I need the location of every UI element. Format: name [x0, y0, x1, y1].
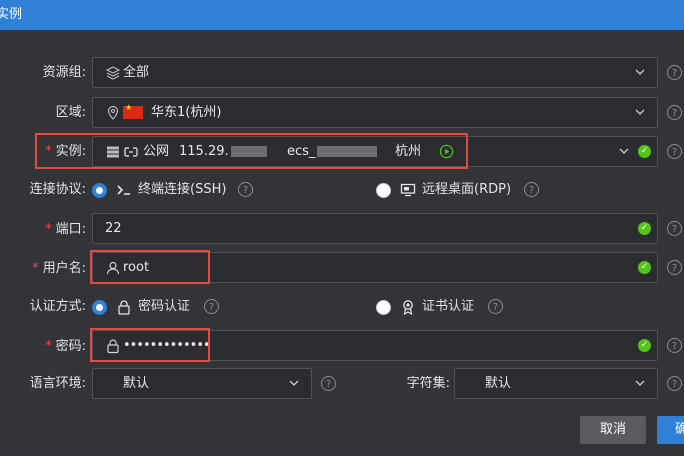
radio-cert-auth[interactable]: 证书认证 ?: [376, 297, 556, 317]
help-icon[interactable]: ?: [321, 376, 336, 391]
locale-label: 语言环境:: [29, 376, 86, 391]
chevron-down-icon: [635, 380, 645, 386]
chevron-down-icon: [289, 380, 299, 386]
radio-ssh[interactable]: 终端连接(SSH) ?: [92, 180, 362, 200]
china-flag-icon: [123, 103, 143, 119]
location-pin-icon: [107, 105, 119, 120]
charset-value: 默认: [485, 376, 512, 391]
highlight-box-instance: [35, 133, 468, 169]
port-value: 22: [105, 221, 122, 236]
radio-ssh-indicator[interactable]: [92, 183, 107, 198]
radio-rdp[interactable]: 远程桌面(RDP) ?: [376, 180, 556, 200]
charset-label: 字符集:: [406, 376, 450, 391]
charset-select[interactable]: 默认: [454, 368, 658, 399]
resource-group-value: 全部: [123, 65, 150, 80]
region-value: 华东1(杭州): [151, 105, 222, 120]
protocol-label: 连接协议:: [29, 182, 86, 197]
valid-check-icon: ✓: [638, 222, 651, 235]
radio-password-auth[interactable]: 密码认证 ?: [92, 297, 362, 317]
radio-password-indicator[interactable]: [92, 300, 107, 315]
radio-rdp-indicator[interactable]: [376, 183, 391, 198]
terminal-icon: [117, 185, 130, 195]
help-icon[interactable]: ?: [488, 299, 503, 314]
help-icon[interactable]: ?: [238, 182, 253, 197]
valid-check-icon: ✓: [638, 339, 651, 352]
lock-icon: [118, 300, 130, 315]
chevron-down-icon: [635, 69, 645, 75]
help-icon[interactable]: ?: [667, 65, 682, 80]
help-icon[interactable]: ?: [667, 376, 682, 391]
valid-check-icon: ✓: [638, 145, 651, 158]
cancel-button[interactable]: 取消: [580, 416, 646, 444]
region-label: 区域:: [55, 105, 86, 120]
port-label: * 端口:: [45, 222, 86, 237]
certificate-icon: [403, 300, 413, 315]
password-label: * 密码:: [45, 339, 86, 354]
highlight-box-username: [90, 250, 210, 284]
help-icon[interactable]: ?: [204, 299, 219, 314]
confirm-button[interactable]: 确: [657, 416, 684, 444]
chevron-down-icon: [619, 148, 629, 154]
help-icon[interactable]: ?: [524, 182, 539, 197]
password-auth-label: 密码认证: [138, 299, 191, 314]
chevron-down-icon: [635, 109, 645, 115]
locale-value: 默认: [123, 376, 150, 391]
rdp-label: 远程桌面(RDP): [422, 182, 512, 197]
cert-auth-label: 证书认证: [422, 299, 475, 314]
highlight-box-password: [90, 328, 210, 362]
region-select[interactable]: 华东1(杭州): [92, 97, 658, 128]
help-icon[interactable]: ?: [667, 144, 682, 159]
resource-group-label: 资源组:: [42, 65, 86, 80]
port-input[interactable]: 22 ✓: [92, 213, 658, 244]
radio-cert-indicator[interactable]: [376, 300, 391, 315]
help-icon[interactable]: ?: [667, 260, 682, 275]
resource-group-select[interactable]: 全部: [92, 57, 658, 88]
help-icon[interactable]: ?: [667, 338, 682, 353]
layers-icon: [105, 66, 121, 80]
monitor-icon: [400, 183, 416, 197]
help-icon[interactable]: ?: [667, 221, 682, 236]
valid-check-icon: ✓: [638, 261, 651, 274]
help-icon[interactable]: ?: [667, 105, 682, 120]
dialog-title: 实例: [0, 7, 23, 22]
dialog-title-bar: 实例: [0, 0, 684, 30]
auth-label: 认证方式:: [29, 299, 86, 314]
username-label: * 用户名:: [32, 261, 86, 276]
ssh-label: 终端连接(SSH): [138, 182, 227, 197]
locale-select[interactable]: 默认: [92, 368, 312, 399]
